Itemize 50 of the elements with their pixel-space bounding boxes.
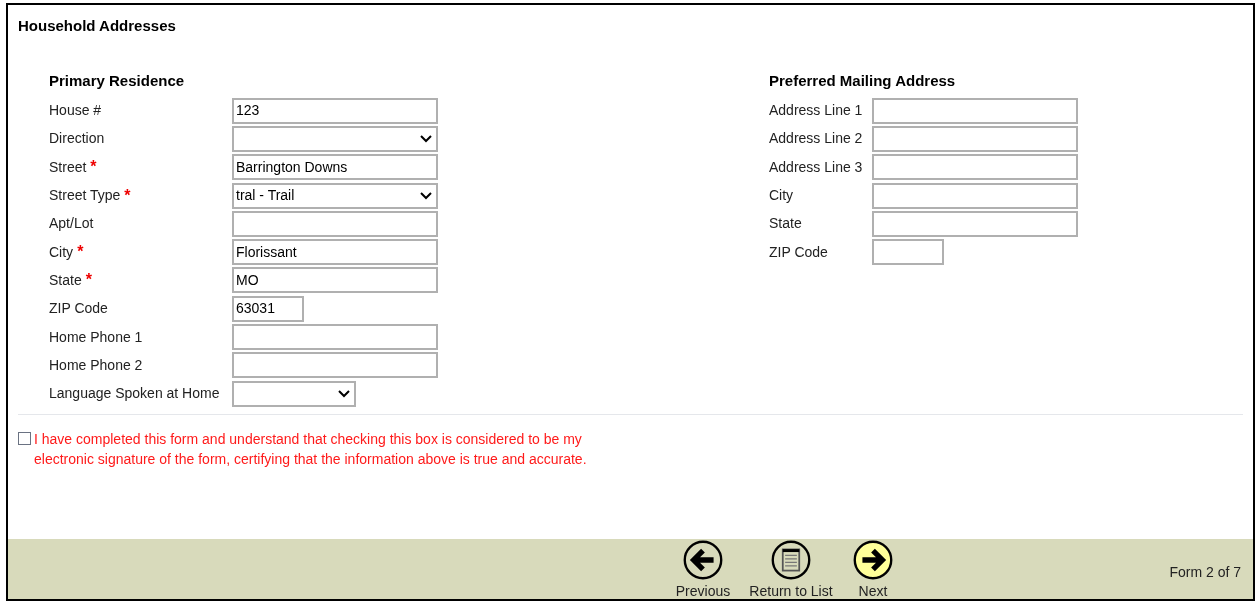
- required-marker: *: [85, 270, 92, 291]
- section-title: Primary Residence: [49, 71, 186, 91]
- field-label: State: [769, 214, 803, 234]
- field-label: Apt/Lot: [49, 214, 95, 234]
- chevron-down-icon: [420, 134, 432, 143]
- field-label: City: [49, 242, 74, 262]
- page-indicator: Form 2 of 7: [1169, 563, 1241, 582]
- section-title: Preferred Mailing Address: [769, 71, 957, 91]
- return-to-list-button[interactable]: Return to List: [744, 540, 838, 599]
- field-label: State: [49, 270, 82, 290]
- page-title: Household Addresses: [18, 17, 176, 34]
- input-field[interactable]: [872, 182, 1078, 209]
- field-label: Home Phone 1: [49, 327, 144, 347]
- dropdown[interactable]: [232, 380, 356, 407]
- required-marker: *: [77, 242, 84, 263]
- field-label: Direction: [49, 129, 106, 149]
- input-field[interactable]: MO: [232, 267, 438, 294]
- input-field[interactable]: [872, 97, 1078, 124]
- dropdown[interactable]: tral - Trail: [232, 182, 438, 209]
- input-field[interactable]: [232, 210, 438, 237]
- field-label: House #: [49, 101, 103, 121]
- input-field[interactable]: [232, 352, 438, 379]
- field-label: Street: [49, 157, 87, 177]
- field-label: ZIP Code: [49, 299, 109, 319]
- field-label: Address Line 1: [769, 101, 864, 121]
- field-label: Home Phone 2: [49, 355, 144, 375]
- field-label: Language Spoken at Home: [49, 384, 221, 404]
- required-marker: *: [124, 185, 131, 206]
- input-field[interactable]: [872, 125, 1078, 152]
- input-field[interactable]: [232, 324, 438, 350]
- certification-text: I have completed this form and understand that checking this box is considered to be my electronic signature of the form, certifying that the information above is true and accurate.: [34, 429, 588, 469]
- field-label: Street Type: [49, 186, 121, 206]
- input-field[interactable]: 63031: [232, 295, 304, 322]
- required-marker: *: [90, 157, 97, 178]
- input-field[interactable]: [872, 154, 1078, 181]
- chevron-down-icon: [338, 389, 350, 398]
- certification-checkbox[interactable]: [18, 431, 31, 445]
- field-label: ZIP Code: [769, 242, 829, 262]
- field-label: Address Line 3: [769, 157, 864, 177]
- input-field[interactable]: Florissant: [232, 239, 438, 266]
- input-field[interactable]: [872, 210, 1078, 237]
- field-label: City: [769, 186, 795, 206]
- next-button[interactable]: Next: [848, 540, 898, 599]
- input-field[interactable]: 123: [232, 97, 438, 124]
- chevron-down-icon: [420, 191, 432, 200]
- field-label: Address Line 2: [769, 129, 864, 149]
- input-field[interactable]: Barrington Downs: [232, 154, 438, 181]
- previous-button[interactable]: Previous: [672, 540, 734, 599]
- input-field[interactable]: [872, 239, 944, 266]
- dropdown[interactable]: [232, 125, 438, 152]
